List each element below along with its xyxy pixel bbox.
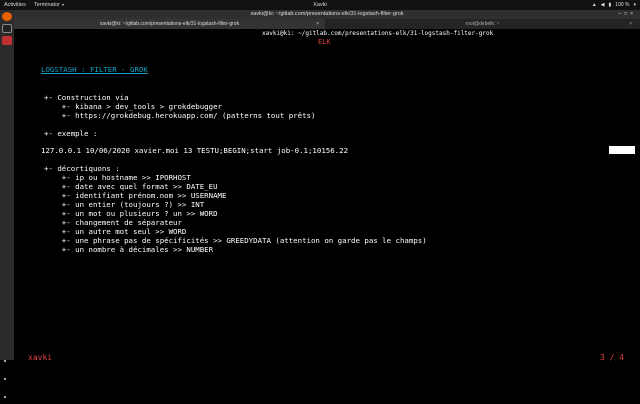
dock xyxy=(0,10,14,398)
firefox-icon[interactable] xyxy=(2,12,12,21)
show-applications-icon[interactable] xyxy=(4,350,10,398)
top-bar: Activities Terminator ▾ Xavki ▲ ◀ ▮ 100 %… xyxy=(0,0,640,10)
example-log-line: 127.0.0.1 10/06/2020 xavier.moi 13 TESTU… xyxy=(41,146,349,155)
list-item: +- un nombre à décimales >> NUMBER xyxy=(44,245,214,254)
footer-author: xavki xyxy=(28,353,53,362)
battery-icon: ▮ xyxy=(608,2,612,8)
network-icon: ▲ xyxy=(591,2,597,8)
chevron-down-icon: ▾ xyxy=(633,2,636,8)
terminal-content[interactable]: xavki@ki: ~/gitlab.com/presentations-elk… xyxy=(14,29,640,362)
tab-elk[interactable]: xavki@ki: ~/gitlab.com/presentations-elk… xyxy=(14,19,325,29)
system-status[interactable]: ▲ ◀ ▮ 100 % ▾ xyxy=(592,0,636,10)
tab-label: xavki@ki: ~/gitlab.com/presentations-elk… xyxy=(99,21,240,27)
tab-root[interactable]: root@debelk: ~ × xyxy=(327,19,638,29)
tab-label: root@debelk: ~ xyxy=(465,21,500,27)
clock[interactable]: Xavki xyxy=(0,0,640,10)
slide-header: ELK xyxy=(318,38,331,46)
close-tab-icon[interactable]: × xyxy=(629,19,632,29)
slide-counter: 3 / 4 xyxy=(600,353,625,362)
tab-bar: xavki@ki: ~/gitlab.com/presentations-elk… xyxy=(14,19,640,29)
list-item: +- https://grokdebug.herokuapp.com/ (pat… xyxy=(44,111,316,120)
files-icon[interactable] xyxy=(2,24,12,33)
terminator-icon[interactable] xyxy=(2,36,12,45)
close-tab-icon[interactable]: × xyxy=(316,19,319,29)
slide-title: LOGSTASH : FILTER - GROK xyxy=(41,65,148,74)
window-controls: –□× xyxy=(618,10,636,19)
battery-label: 100 % xyxy=(615,2,630,8)
close-icon[interactable]: × xyxy=(630,11,636,17)
list-item: +- exemple : xyxy=(44,129,98,138)
volume-icon: ◀ xyxy=(600,2,605,8)
window-title: xavki@ki: ~/gitlab.com/presentations-elk… xyxy=(250,11,404,17)
terminal-window: xavki@ki: ~/gitlab.com/presentations-elk… xyxy=(14,10,640,362)
terminal-cursor xyxy=(609,146,635,154)
window-titlebar[interactable]: xavki@ki: ~/gitlab.com/presentations-elk… xyxy=(14,10,640,19)
host-line: xavki@ki: ~/gitlab.com/presentations-elk… xyxy=(262,30,494,37)
